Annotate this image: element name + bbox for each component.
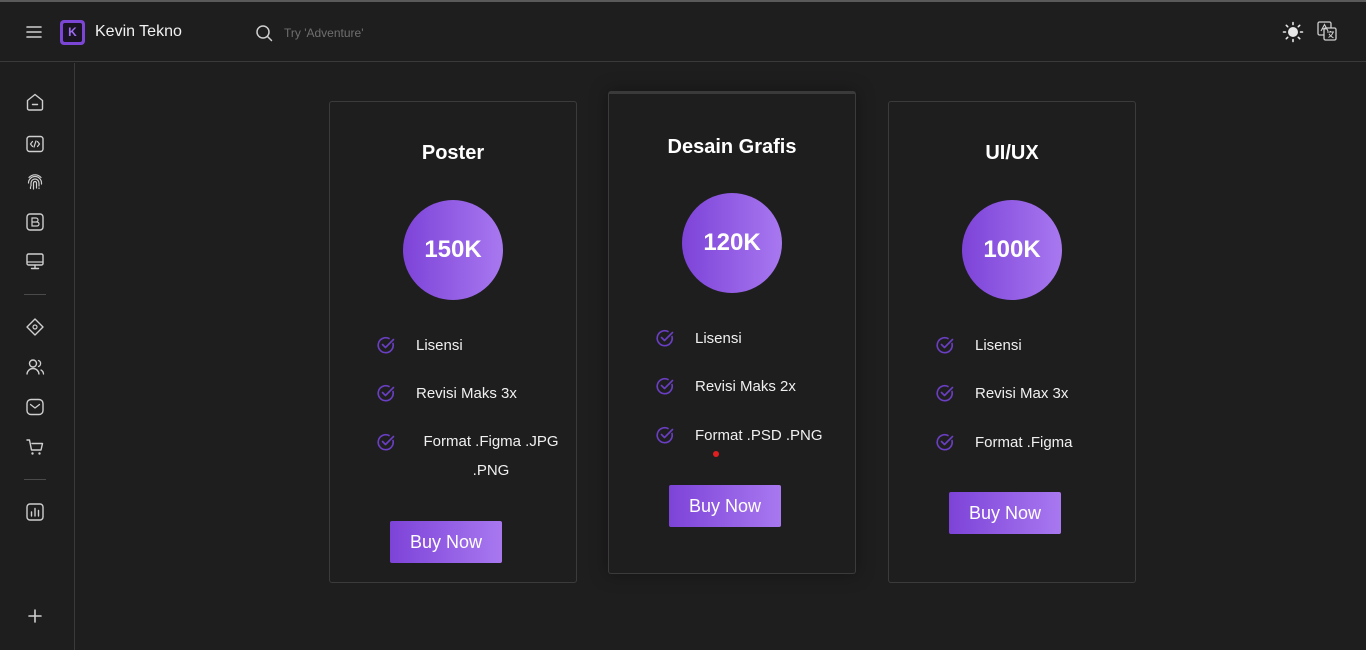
check-circle-icon — [655, 376, 675, 396]
sidebar-divider — [24, 479, 46, 480]
buy-now-button[interactable]: Buy Now — [949, 492, 1061, 534]
feature-item: Format .Figma — [889, 430, 1135, 454]
feature-text: Format .PSD .PNG — [695, 427, 823, 444]
sun-icon[interactable] — [1282, 21, 1304, 43]
feature-item: Revisi Maks 2x — [609, 374, 855, 398]
feature-item: Format .PSD .PNG — [609, 423, 855, 447]
card-title: Desain Grafis — [667, 136, 797, 158]
feature-item: Lisensi — [330, 333, 576, 357]
card-title: Poster — [421, 142, 485, 164]
pricing-card-poster: Poster 150K Lisensi Revisi Maks 3x Forma… — [329, 101, 577, 583]
feature-text: Revisi Maks 3x — [416, 385, 517, 402]
price-badge: 120K — [682, 193, 782, 293]
users-icon[interactable] — [24, 356, 46, 378]
price-badge: 100K — [962, 200, 1062, 300]
check-circle-icon — [376, 335, 396, 355]
sidebar-divider — [24, 294, 46, 295]
pricing-card-ui-ux: UI/UX 100K Lisensi Revisi Max 3x Format … — [888, 101, 1136, 583]
mail-icon[interactable] — [24, 396, 46, 418]
logo-letter: K — [63, 23, 82, 42]
price-badge: 150K — [403, 200, 503, 300]
check-circle-icon — [935, 432, 955, 452]
feature-item: Lisensi — [889, 333, 1135, 357]
feature-text: Lisensi — [416, 337, 463, 354]
fingerprint-icon[interactable] — [24, 171, 46, 193]
feature-item: Revisi Maks 3x — [330, 381, 576, 405]
app-title[interactable]: Kevin Tekno — [95, 23, 182, 41]
feature-text: Format .Figma .JPG .PNG — [423, 433, 559, 479]
buy-now-button[interactable]: Buy Now — [390, 521, 502, 563]
plus-icon[interactable] — [24, 605, 46, 627]
feature-item: Lisensi — [609, 326, 855, 350]
feature-item: Format .Figma .JPG .PNG — [330, 430, 576, 479]
top-header: K Kevin Tekno — [0, 2, 1366, 62]
home-icon[interactable] — [24, 91, 46, 113]
feature-text: Revisi Maks 2x — [695, 378, 796, 395]
translate-icon[interactable] — [1316, 20, 1338, 42]
app-logo[interactable]: K — [60, 20, 85, 45]
check-circle-icon — [935, 383, 955, 403]
search-input[interactable] — [284, 22, 504, 44]
feature-text: Format .Figma — [975, 434, 1073, 451]
monitor-icon[interactable] — [24, 250, 46, 272]
feature-text: Lisensi — [695, 330, 742, 347]
code-icon[interactable] — [24, 133, 46, 155]
chart-icon[interactable] — [24, 501, 46, 523]
check-circle-icon — [376, 383, 396, 403]
feature-item: Revisi Max 3x — [889, 381, 1135, 405]
blog-icon[interactable] — [24, 211, 46, 233]
feature-text: Lisensi — [975, 337, 1022, 354]
card-title: UI/UX — [985, 142, 1039, 164]
feature-text: Revisi Max 3x — [975, 385, 1069, 402]
buy-now-button[interactable]: Buy Now — [669, 485, 781, 527]
search-icon[interactable] — [254, 23, 274, 43]
check-circle-icon — [655, 425, 675, 445]
check-circle-icon — [655, 328, 675, 348]
check-circle-icon — [935, 335, 955, 355]
pricing-card-desain-grafis: Desain Grafis 120K Lisensi Revisi Maks 2… — [608, 91, 856, 574]
search-bar — [254, 22, 514, 44]
check-circle-icon — [376, 432, 396, 452]
cart-icon[interactable] — [24, 436, 46, 458]
hamburger-menu-icon[interactable] — [24, 22, 44, 42]
component-icon[interactable] — [24, 316, 46, 338]
cursor-dot — [713, 451, 719, 457]
sidebar — [0, 63, 75, 650]
